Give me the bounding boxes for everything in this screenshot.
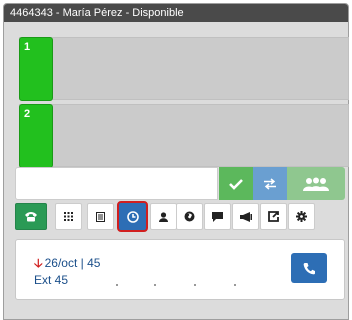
list-icon	[96, 211, 105, 222]
divider	[116, 284, 236, 286]
redial-button[interactable]	[291, 253, 327, 283]
call-date-label: 26/oct | 45	[44, 256, 101, 270]
phone-button[interactable]	[15, 203, 47, 230]
conference-call-button[interactable]	[287, 167, 345, 200]
recent-call-card: 🡣 26/oct | 45 Ext 45	[15, 239, 345, 300]
web-button[interactable]	[176, 203, 203, 230]
share-button[interactable]	[260, 203, 287, 230]
chat-icon	[212, 211, 223, 222]
settings-button[interactable]	[288, 203, 315, 230]
list-button[interactable]	[87, 203, 114, 230]
gear-icon	[296, 211, 307, 222]
dial-input[interactable]	[15, 167, 218, 200]
user-icon	[159, 211, 168, 222]
transfer-icon	[264, 177, 276, 190]
call-ext-label: Ext 45	[34, 273, 69, 287]
line-status-indicator: 1	[19, 37, 53, 101]
keypad-button[interactable]	[55, 203, 82, 230]
phone-icon	[25, 212, 37, 222]
megaphone-icon	[239, 211, 252, 222]
line-number: 2	[24, 108, 31, 120]
clock-icon	[126, 210, 139, 223]
users-icon	[303, 177, 329, 191]
globe-icon	[184, 211, 195, 222]
phone-icon	[303, 262, 315, 274]
agent-status-title: 4464343 - María Pérez - Disponible	[4, 4, 348, 22]
line-slot-2[interactable]: 2	[19, 104, 349, 168]
transfer-call-button[interactable]	[253, 167, 287, 200]
share-icon	[268, 211, 279, 222]
line-status-indicator: 2	[19, 104, 53, 168]
announce-button[interactable]	[232, 203, 259, 230]
history-button[interactable]	[117, 201, 148, 232]
line-number: 1	[24, 41, 31, 53]
accept-call-button[interactable]	[219, 167, 253, 200]
keypad-icon	[64, 212, 73, 221]
line-slot-1[interactable]: 1	[19, 37, 349, 101]
check-icon	[229, 178, 243, 190]
chat-button[interactable]	[204, 203, 231, 230]
call-date-row: 🡣 26/oct | 45	[34, 254, 100, 275]
contacts-button[interactable]	[150, 203, 177, 230]
dial-row	[15, 167, 345, 200]
arrow-down-icon: 🡣	[34, 256, 43, 270]
